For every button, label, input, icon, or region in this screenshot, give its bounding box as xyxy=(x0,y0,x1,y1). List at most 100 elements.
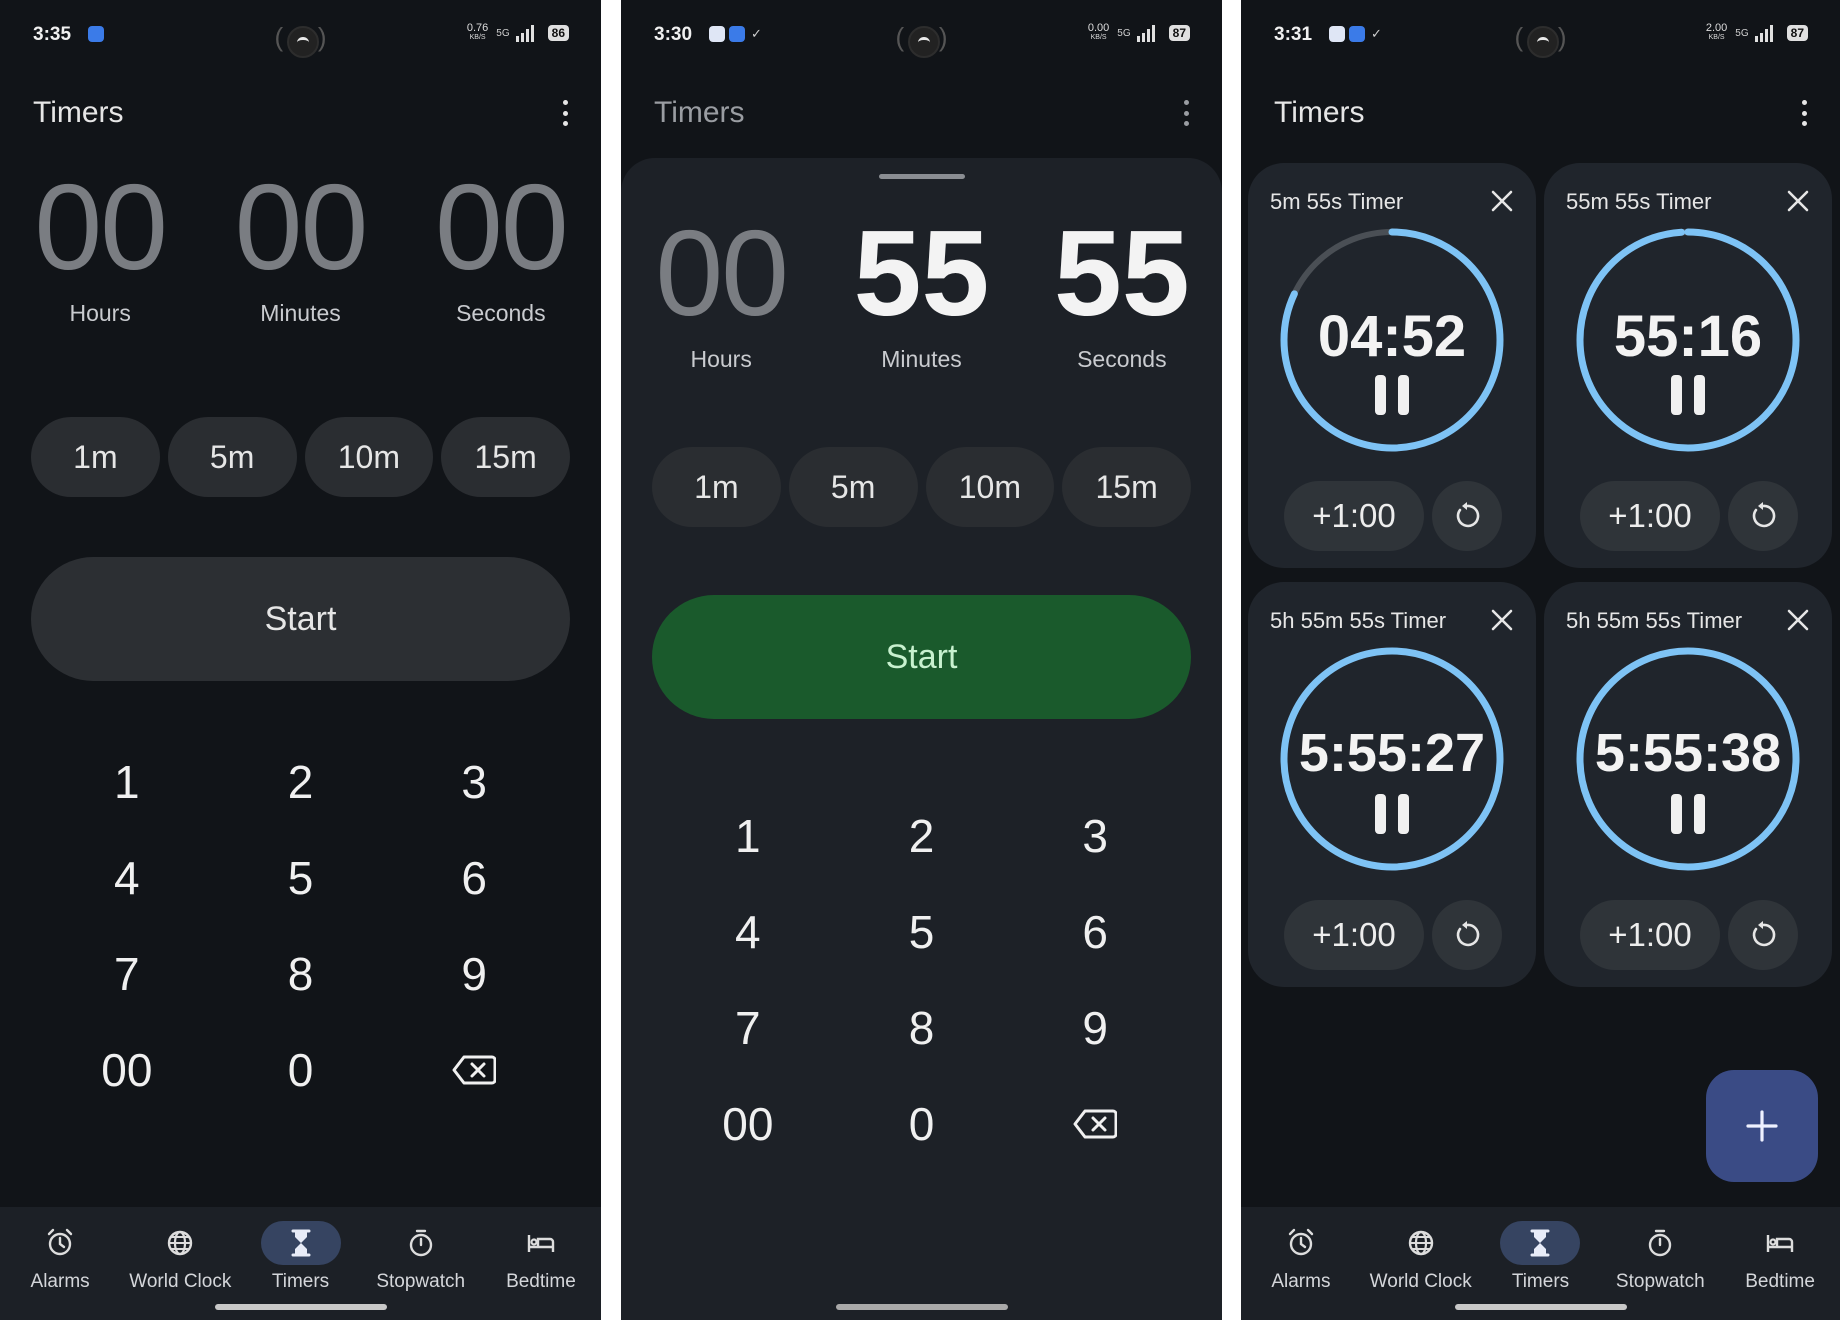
status-bar: 3:30 ✓ ( ) 0.00 KB/S 5G 87 xyxy=(621,0,1222,72)
minutes-label: Minutes xyxy=(260,300,341,326)
key-6[interactable]: 6 xyxy=(1008,884,1182,980)
key-6[interactable]: 6 xyxy=(387,830,561,926)
pause-icon[interactable] xyxy=(1375,375,1409,415)
bottom-navigation: Alarms World Clock Timers Stopwatch Bedt… xyxy=(1241,1207,1840,1320)
seconds-label: Seconds xyxy=(456,300,546,326)
key-9[interactable]: 9 xyxy=(1008,980,1182,1076)
nav-label-world-clock: World Clock xyxy=(129,1271,232,1292)
home-indicator[interactable] xyxy=(1454,1304,1627,1310)
add-minute-button[interactable]: +1:00 xyxy=(1580,900,1720,970)
page-title: Timers xyxy=(33,96,124,129)
nav-bedtime[interactable]: Bedtime xyxy=(1720,1207,1840,1320)
reset-button[interactable] xyxy=(1728,900,1798,970)
more-vert-icon[interactable] xyxy=(1184,100,1190,126)
hours-label: Hours xyxy=(690,346,752,372)
backspace-icon[interactable] xyxy=(1008,1076,1182,1172)
reset-button[interactable] xyxy=(1432,900,1502,970)
start-button[interactable]: Start xyxy=(31,557,570,681)
key-5[interactable]: 5 xyxy=(835,884,1009,980)
seconds-label: Seconds xyxy=(1077,346,1167,372)
preset-10m-button[interactable]: 10m xyxy=(304,417,434,497)
keypad: 1 2 3 4 5 6 7 8 9 00 0 xyxy=(40,734,561,1118)
notification-icon: ✓ xyxy=(751,26,762,41)
nav-label-alarms: Alarms xyxy=(1271,1271,1331,1292)
close-icon[interactable] xyxy=(1490,608,1514,632)
timer-remaining: 5:55:27 xyxy=(1298,723,1486,783)
key-9[interactable]: 9 xyxy=(387,926,561,1022)
home-indicator[interactable] xyxy=(835,1304,1008,1310)
preset-15m-button[interactable]: 15m xyxy=(1062,447,1191,527)
key-8[interactable]: 8 xyxy=(835,980,1009,1076)
key-3[interactable]: 3 xyxy=(387,734,561,830)
preset-1m-button[interactable]: 1m xyxy=(652,447,781,527)
start-button[interactable]: Start xyxy=(652,595,1191,719)
network-speed: 0.00 KB/S xyxy=(1087,22,1110,42)
key-8[interactable]: 8 xyxy=(214,926,388,1022)
reset-button[interactable] xyxy=(1728,481,1798,551)
preset-buttons: 1m 5m 10m 15m xyxy=(31,417,570,497)
nav-label-timers: Timers xyxy=(1511,1271,1570,1292)
key-3[interactable]: 3 xyxy=(1008,788,1182,884)
key-0[interactable]: 0 xyxy=(835,1076,1009,1172)
hourglass-icon xyxy=(1500,1221,1581,1265)
timer-card: 5m 55s Timer 04:52 +1:00 xyxy=(1248,163,1536,568)
reset-button[interactable] xyxy=(1432,481,1502,551)
key-5[interactable]: 5 xyxy=(214,830,388,926)
nav-label-alarms: Alarms xyxy=(30,1271,90,1292)
preset-5m-button[interactable]: 5m xyxy=(788,447,918,527)
reset-icon xyxy=(1456,921,1480,947)
key-7[interactable]: 7 xyxy=(661,980,835,1076)
hotspot-icon xyxy=(907,26,940,58)
pause-icon[interactable] xyxy=(1671,794,1705,834)
network-type: 5G xyxy=(1117,27,1131,39)
preset-1m-button[interactable]: 1m xyxy=(31,417,160,497)
nav-bedtime[interactable]: Bedtime xyxy=(481,1207,601,1320)
keypad: 1 2 3 4 5 6 7 8 9 00 0 xyxy=(661,788,1182,1172)
key-0[interactable]: 0 xyxy=(214,1022,388,1118)
seconds-value: 00 xyxy=(434,159,569,295)
hours-value: 00 xyxy=(655,205,789,341)
alarm-icon xyxy=(1261,1221,1341,1265)
add-minute-button[interactable]: +1:00 xyxy=(1580,481,1720,551)
app-notification-icon xyxy=(1349,26,1365,42)
key-4[interactable]: 4 xyxy=(40,830,214,926)
pause-icon[interactable] xyxy=(1671,375,1705,415)
preset-15m-button[interactable]: 15m xyxy=(441,417,570,497)
close-icon[interactable] xyxy=(1786,189,1810,213)
nav-alarms[interactable]: Alarms xyxy=(0,1207,120,1320)
key-1[interactable]: 1 xyxy=(40,734,214,830)
key-7[interactable]: 7 xyxy=(40,926,214,1022)
add-minute-button[interactable]: +1:00 xyxy=(1284,481,1424,551)
status-bar: 3:31 ✓ ( ) 2.00 KB/S 5G 87 xyxy=(1241,0,1840,72)
preset-5m-button[interactable]: 5m xyxy=(167,417,297,497)
close-icon[interactable] xyxy=(1490,189,1514,213)
key-4[interactable]: 4 xyxy=(661,884,835,980)
timer-card: 5h 55m 55s Timer 5:55:38 +1:00 xyxy=(1544,582,1832,987)
hotspot-icon xyxy=(1526,26,1559,58)
signal-icon xyxy=(1754,24,1781,42)
timer-progress-ring: 55:16 xyxy=(1573,225,1803,455)
add-minute-button[interactable]: +1:00 xyxy=(1284,900,1424,970)
stopwatch-icon xyxy=(381,1221,461,1265)
pause-icon[interactable] xyxy=(1375,794,1409,834)
key-1[interactable]: 1 xyxy=(661,788,835,884)
key-00[interactable]: 00 xyxy=(661,1076,835,1172)
key-2[interactable]: 2 xyxy=(214,734,388,830)
key-2[interactable]: 2 xyxy=(835,788,1009,884)
nav-alarms[interactable]: Alarms xyxy=(1241,1207,1361,1320)
phone-screen-timer-empty: 3:35 ( ) 0.76 KB/S 5G 86 Timers 00 Hours … xyxy=(0,0,601,1320)
timer-remaining: 5:55:38 xyxy=(1594,723,1782,783)
backspace-icon[interactable] xyxy=(387,1022,561,1118)
add-timer-button[interactable] xyxy=(1706,1070,1818,1182)
notification-icon: ✓ xyxy=(1371,26,1382,41)
key-00[interactable]: 00 xyxy=(40,1022,214,1118)
network-speed: 2.00 KB/S xyxy=(1705,22,1728,42)
time-entry: 00 Hours 55 Minutes 55 Seconds xyxy=(621,212,1222,373)
close-icon[interactable] xyxy=(1786,608,1810,632)
preset-10m-button[interactable]: 10m xyxy=(925,447,1055,527)
timer-progress-ring: 5:55:38 xyxy=(1573,644,1803,874)
home-indicator[interactable] xyxy=(214,1304,387,1310)
more-vert-icon[interactable] xyxy=(563,100,569,126)
more-vert-icon[interactable] xyxy=(1802,100,1808,126)
drag-handle[interactable] xyxy=(878,174,965,179)
